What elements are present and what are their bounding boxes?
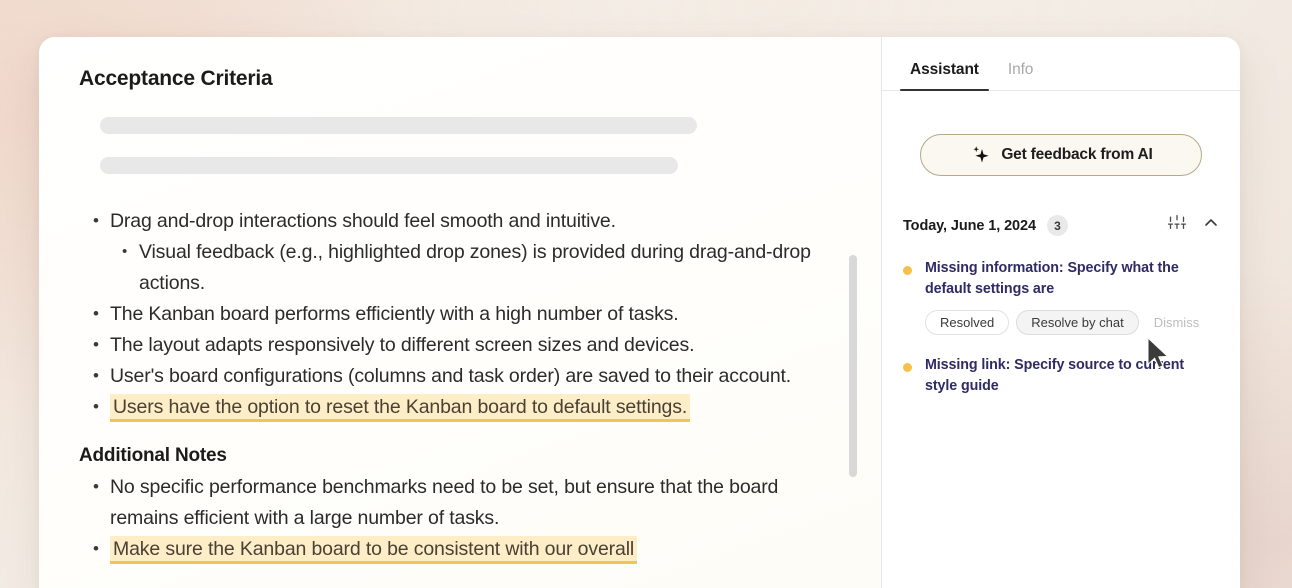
comment-text: Missing information: Specify what the de… <box>925 260 1179 297</box>
acceptance-criteria-list: Drag and-drop interactions should feel s… <box>79 205 837 423</box>
get-feedback-from-ai-label: Get feedback from AI <box>1001 146 1153 163</box>
criteria-item: Drag and-drop interactions should feel s… <box>79 205 837 299</box>
section-heading-additional-notes: Additional Notes <box>79 445 227 466</box>
comment-action-dismiss[interactable]: Dismiss <box>1146 315 1208 330</box>
assistant-pane: Assistant Info Get feedback from AI Toda… <box>882 37 1240 588</box>
comment-action-resolved[interactable]: Resolved <box>925 310 1010 335</box>
criteria-item-text: The layout adapts responsively to differ… <box>110 334 695 356</box>
criteria-item: User's board configurations (columns and… <box>79 360 837 392</box>
criteria-item: Users have the option to reset the Kanba… <box>79 391 837 423</box>
comments-header: Today, June 1, 2024 3 <box>901 213 1221 238</box>
assistant-body: Get feedback from AI Today, June 1, 2024… <box>882 91 1240 397</box>
comment-status-dot <box>903 363 912 372</box>
skeleton-line-1 <box>100 117 697 134</box>
comment-text: Missing link: Specify source to current … <box>925 357 1185 394</box>
note-item: No specific performance benchmarks need … <box>79 472 837 534</box>
criteria-item-text: User's board configurations (columns and… <box>110 365 792 387</box>
document-pane: Acceptance Criteria Drag and-drop intera… <box>39 37 881 588</box>
criteria-item: The Kanban board performs efficiently wi… <box>79 298 837 330</box>
comments-list: Missing information: Specify what the de… <box>901 258 1221 397</box>
comment-status-dot <box>903 266 912 275</box>
criteria-item-text: Users have the option to reset the Kanba… <box>110 394 691 422</box>
note-item: Make sure the Kanban board to be consist… <box>79 534 837 565</box>
page-title: Acceptance Criteria <box>79 67 273 90</box>
chevron-up-icon[interactable] <box>1203 215 1219 236</box>
note-item-text: No specific performance benchmarks need … <box>110 476 779 529</box>
tab-info[interactable]: Info <box>998 61 1043 90</box>
assistant-tabs: Assistant Info <box>882 37 1240 91</box>
comments-count-badge: 3 <box>1046 215 1068 236</box>
additional-notes-list: No specific performance benchmarks need … <box>79 472 837 565</box>
sparkle-icon <box>969 144 991 166</box>
criteria-item-text: The Kanban board performs efficiently wi… <box>110 303 679 325</box>
skeleton-line-2 <box>100 157 678 174</box>
comment-item[interactable]: Missing information: Specify what the de… <box>901 258 1221 335</box>
criteria-item: The layout adapts responsively to differ… <box>79 329 837 361</box>
document-scrollbar-thumb[interactable] <box>849 255 857 477</box>
document-scrollbar-track[interactable] <box>849 37 869 588</box>
sliders-icon[interactable] <box>1167 213 1187 238</box>
comment-body: Missing link: Specify source to current … <box>925 355 1221 397</box>
comment-body: Missing information: Specify what the de… <box>925 258 1221 335</box>
comment-action-resolve-by-chat[interactable]: Resolve by chat <box>1016 310 1139 335</box>
comments-date-label: Today, June 1, 2024 <box>903 217 1036 234</box>
criteria-sub-list: Visual feedback (e.g., highlighted drop … <box>110 236 837 299</box>
tab-assistant[interactable]: Assistant <box>900 61 989 91</box>
app-window: Acceptance Criteria Drag and-drop intera… <box>39 37 1240 588</box>
comment-actions: Resolved Resolve by chat Dismiss <box>925 310 1221 335</box>
criteria-sub-item: Visual feedback (e.g., highlighted drop … <box>110 236 837 299</box>
note-item-text: Make sure the Kanban board to be consist… <box>110 536 638 564</box>
criteria-item-text: Drag and-drop interactions should feel s… <box>110 210 616 232</box>
comment-item[interactable]: Missing link: Specify source to current … <box>901 355 1221 397</box>
get-feedback-from-ai-button[interactable]: Get feedback from AI <box>920 134 1202 176</box>
